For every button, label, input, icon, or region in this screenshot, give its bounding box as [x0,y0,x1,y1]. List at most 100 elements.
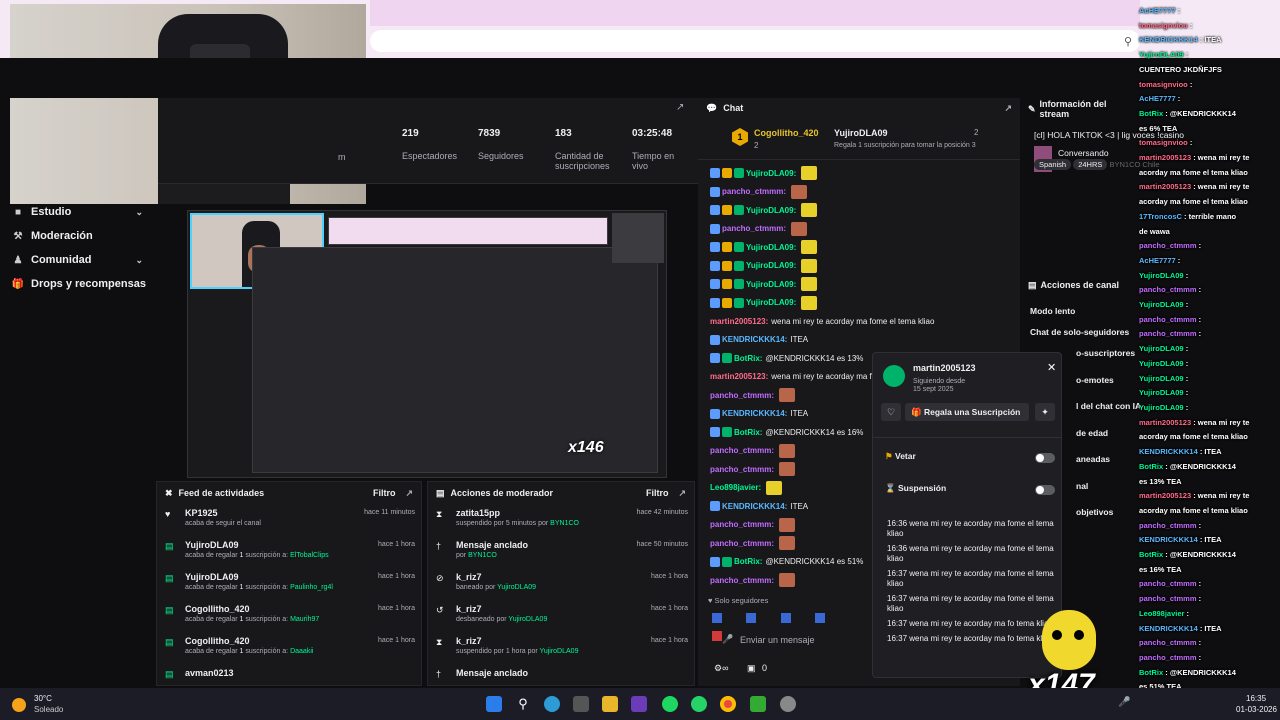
mod-filter-button[interactable]: Filtro [646,488,669,498]
sidebar-item-estudio[interactable]: ■ Estudio ⌄ [0,200,155,224]
timeout-toggle[interactable] [1035,485,1055,495]
chat-username[interactable]: pancho_ctmmm: [710,391,774,400]
settings-icon[interactable]: ⚙∞ [714,663,728,673]
obs-icon[interactable] [780,696,796,712]
chat-message[interactable]: YujiroDLA09: [698,257,1020,276]
browser-tabstrip[interactable] [370,0,1140,26]
chat-username[interactable]: martin2005123: [710,317,768,326]
xbox-icon[interactable] [750,696,766,712]
list-item[interactable]: ▤ YujiroDLA09 acaba de regalar 1 suscripci… [157,536,421,568]
tag[interactable]: Spanish [1034,159,1072,170]
chat-username[interactable]: pancho_ctmmm: [710,465,774,474]
chat-message[interactable]: KENDRICKKK14: ITEA [698,331,1020,350]
chat-message[interactable]: YujiroDLA09: [698,275,1020,294]
feed-item-name[interactable]: avman0213 [185,668,421,678]
chat-username[interactable]: BotRix: [734,557,762,566]
chat-username[interactable]: pancho_ctmmm: [710,520,774,529]
tag[interactable]: 24HRS [1073,159,1108,170]
whatsapp-icon[interactable] [691,696,707,712]
zoom-icon[interactable]: ⚲ [1124,35,1132,48]
chat-message[interactable]: YujiroDLA09: [698,238,1020,257]
channel-action-item[interactable]: Chat de solo-seguidores [1022,327,1140,348]
list-item[interactable]: ♥ KP1925 acaba de seguir el canal hace 11 m… [157,504,421,536]
chat-username[interactable]: pancho_ctmmm: [722,187,786,196]
chat-message[interactable]: martin2005123: wena mi rey te acorday ma … [698,312,1020,331]
popout-icon[interactable]: ↗ [405,488,413,499]
chat-username[interactable]: BotRix: [734,428,762,437]
list-item[interactable]: ↺ k_riz7 desbaneado por YujiroDLA09 hace 1 … [428,600,694,632]
chat-message[interactable]: YujiroDLA09: [698,201,1020,220]
chat-username[interactable]: BotRix: [734,354,762,363]
chat-username[interactable]: YujiroDLA09: [746,243,796,252]
clock-time[interactable]: 16:35 [1246,694,1266,703]
timeout-row[interactable]: ⌛ Suspensión [885,483,1055,497]
chat-username[interactable]: YujiroDLA09: [746,280,796,289]
clock-date[interactable]: 01-03-2026 [1236,705,1277,714]
windows-start-icon[interactable] [486,696,502,712]
weather-desc[interactable]: Soleado [34,705,63,714]
tag[interactable]: BYN1CO [1109,160,1140,169]
gift-sub-button[interactable]: 🎁 Regala una Suscripción [905,403,1029,421]
popout-icon[interactable]: ↗ [1004,103,1012,114]
mod-item-name[interactable]: Mensaje anclado [456,668,694,678]
weather-temp[interactable]: 30°C [34,694,52,703]
more-button[interactable]: ✦ [1035,403,1055,421]
sidebar-item-comunidad[interactable]: ♟ Comunidad ⌄ [0,248,155,272]
chat-username[interactable]: YujiroDLA09: [746,169,796,178]
chat-username[interactable]: KENDRICKKK14: [722,335,787,344]
search-icon[interactable]: ⚲ [515,696,531,712]
channel-action-item[interactable]: Modo lento [1022,306,1140,327]
list-item[interactable]: ▤ YujiroDLA09 acaba de regalar 1 suscripci… [157,568,421,600]
chat-username[interactable]: pancho_ctmmm: [722,224,786,233]
chat-message[interactable]: pancho_ctmmm: [698,220,1020,239]
sidebar-item-moderacion[interactable]: ⚒ Moderación [0,224,155,248]
folder-icon[interactable] [602,696,618,712]
stream-category[interactable]: Conversando [1058,148,1109,158]
feed-filter-button[interactable]: Filtro [373,488,396,498]
store-icon[interactable] [573,696,589,712]
gift-leader-name[interactable]: Cogollitho_420 [754,128,819,138]
chat-username[interactable]: pancho_ctmmm: [710,576,774,585]
mic-icon[interactable]: 🎤 [722,634,733,645]
close-icon[interactable]: ✕ [1047,361,1056,374]
sidebar: ■ Estudio ⌄ ⚒ Moderación ♟ Comunidad ⌄ 🎁… [0,200,155,500]
spotify-icon[interactable] [662,696,678,712]
list-item[interactable]: ⊘ k_riz7 baneado por YujiroDLA09 hace 1 hor… [428,568,694,600]
edge-icon[interactable] [544,696,560,712]
veto-toggle[interactable] [1035,453,1055,463]
popout-icon[interactable]: ↗ [676,102,684,113]
follow-button[interactable]: ♡ [881,403,901,421]
list-item[interactable]: ⧗ k_riz7 suspendido por 1 hora por YujiroD… [428,632,694,664]
points-area[interactable]: ⚙∞ ▣ 0 [714,663,767,674]
list-item[interactable]: ▤ Cogollitho_420 acaba de regalar 1 suscri… [157,600,421,632]
overlay-text: : ITEA [1199,623,1222,633]
chat-username[interactable]: KENDRICKKK14: [722,502,787,511]
chrome-icon[interactable] [720,696,736,712]
sidebar-item-drops[interactable]: 🎁 Drops y recompensas [0,272,155,296]
mic-icon[interactable]: 🎤 [1118,697,1130,708]
list-item[interactable]: † Mensaje anclado por BYN1CO hace 50 minuto… [428,536,694,568]
chat-username[interactable]: pancho_ctmmm: [710,539,774,548]
veto-row[interactable]: ⚑ Vetar [885,451,1055,465]
emote-quickbar[interactable] [712,610,852,641]
chat-message[interactable]: YujiroDLA09: [698,164,1020,183]
overlay-text: : [1198,285,1202,295]
chat-username[interactable]: pancho_ctmmm: [710,446,774,455]
list-item[interactable]: ▤ Cogollitho_420 acaba de regalar 1 suscri… [157,632,421,664]
gift-second-name[interactable]: YujiroDLA09 [834,128,888,138]
chat-username[interactable]: YujiroDLA09: [746,206,796,215]
address-bar[interactable] [370,30,1140,52]
user-card-username[interactable]: martin2005123 [913,363,976,373]
chat-message[interactable]: YujiroDLA09: [698,294,1020,313]
stream-preview[interactable]: x146 [187,210,667,478]
chat-username[interactable]: Leo898javier: [710,483,761,492]
chat-username[interactable]: YujiroDLA09: [746,261,796,270]
popout-icon[interactable]: ↗ [678,488,686,499]
app-icon[interactable] [631,696,647,712]
chat-username[interactable]: YujiroDLA09: [746,298,796,307]
chat-username[interactable]: KENDRICKKK14: [722,409,787,418]
sidebar-item-label: Moderación [31,230,93,242]
list-item[interactable]: ⧗ zatita15pp suspendido por 5 minutos por … [428,504,694,536]
chat-message[interactable]: pancho_ctmmm: [698,183,1020,202]
chat-username[interactable]: martin2005123: [710,372,768,381]
